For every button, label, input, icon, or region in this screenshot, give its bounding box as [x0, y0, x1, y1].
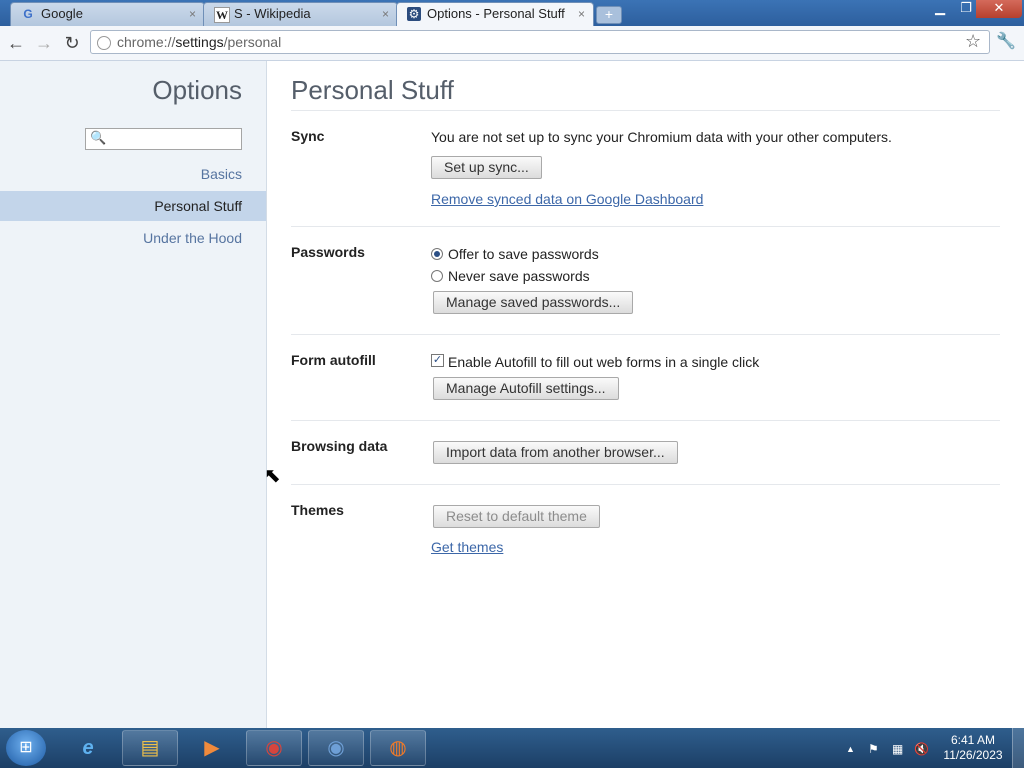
tab-close-icon[interactable]: ×	[189, 3, 196, 25]
show-desktop-button[interactable]	[1012, 728, 1024, 768]
action-center-flag-icon[interactable]: ⚑	[868, 742, 879, 756]
chromium-icon[interactable]: ◉	[308, 730, 364, 766]
manage-passwords-button[interactable]: Manage saved passwords...	[433, 291, 634, 314]
sidebar-title: Options	[152, 75, 242, 105]
tab-options[interactable]: ⚙ Options - Personal Stuff ×	[396, 2, 594, 26]
reload-button[interactable]: ↻	[61, 32, 83, 54]
internet-explorer-icon[interactable]: e	[60, 730, 116, 766]
browsing-data-section-label: Browsing data	[291, 438, 388, 454]
sync-section-label: Sync	[291, 128, 325, 144]
set-up-sync-button[interactable]: Set up sync...	[431, 156, 542, 179]
back-button[interactable]: ←	[5, 32, 27, 54]
url-text: chrome://settings/personal	[117, 34, 282, 50]
sidebar-item-under-the-hood[interactable]: Under the Hood	[0, 223, 266, 253]
page-title: Personal Stuff	[291, 75, 454, 105]
offer-save-passwords-label: Offer to save passwords	[448, 246, 599, 262]
network-icon[interactable]: ▦	[892, 742, 903, 756]
media-player-icon[interactable]: ▶	[184, 730, 240, 766]
google-dashboard-link[interactable]: Remove synced data on Google Dashboard	[431, 191, 703, 207]
offer-save-passwords-radio[interactable]	[431, 248, 443, 260]
browser-toolbar: ← → ↻ chrome://settings/personal ☆ 🔧	[0, 26, 1024, 61]
get-themes-link[interactable]: Get themes	[431, 539, 503, 555]
never-save-passwords-label: Never save passwords	[448, 268, 590, 284]
tab-title: Google	[41, 6, 83, 21]
divider	[291, 420, 1000, 421]
options-sidebar: Options 🔍 Basics Personal Stuff Under th…	[0, 61, 267, 728]
tab-google[interactable]: G Google ×	[10, 2, 205, 26]
firefox-icon[interactable]: ◍	[370, 730, 426, 766]
title-bar: G Google × W S - Wikipedia × ⚙ Options -…	[0, 0, 1024, 26]
divider	[291, 484, 1000, 485]
enable-autofill-label: Enable Autofill to fill out web forms in…	[448, 354, 760, 370]
minimize-button[interactable]: ▁	[926, 0, 954, 18]
wrench-favicon-icon: ⚙	[407, 7, 421, 21]
divider	[291, 334, 1000, 335]
google-favicon-icon: G	[23, 7, 33, 21]
tab-wikipedia[interactable]: W S - Wikipedia ×	[203, 2, 398, 26]
tab-close-icon[interactable]: ×	[382, 3, 389, 25]
sidebar-item-personal-stuff[interactable]: Personal Stuff	[0, 191, 266, 221]
search-input[interactable]: 🔍	[85, 128, 242, 150]
search-icon: 🔍	[90, 130, 107, 145]
show-hidden-icons-arrow-icon[interactable]: ▲	[846, 744, 855, 754]
clock-time: 6:41 AM	[950, 733, 996, 747]
tab-title: Options - Personal Stuff	[427, 6, 565, 21]
divider	[291, 110, 1000, 111]
volume-muted-icon[interactable]: 🔇	[914, 742, 929, 756]
taskbar: ⊞ e ▤ ▶ ◉ ◉ ◍ ▲ ⚑ ▦ 🔇 6:41 AM 11/26/2023	[0, 728, 1024, 768]
import-data-button[interactable]: Import data from another browser...	[433, 441, 678, 464]
bookmark-star-icon[interactable]: ☆	[965, 31, 981, 52]
start-button[interactable]: ⊞	[6, 730, 46, 766]
sidebar-item-basics[interactable]: Basics	[0, 159, 266, 189]
page-icon	[97, 36, 111, 50]
reset-theme-button[interactable]: Reset to default theme	[433, 505, 600, 528]
new-tab-button[interactable]: +	[596, 6, 622, 24]
manage-autofill-button[interactable]: Manage Autofill settings...	[433, 377, 619, 400]
forward-button[interactable]: →	[33, 32, 55, 54]
divider	[291, 226, 1000, 227]
file-explorer-icon[interactable]: ▤	[122, 730, 178, 766]
tab-title: S - Wikipedia	[234, 6, 311, 21]
never-save-passwords-radio[interactable]	[431, 270, 443, 282]
enable-autofill-checkbox[interactable]: ✓	[431, 354, 444, 367]
close-window-button[interactable]: ✕	[976, 0, 1022, 18]
chrome-icon[interactable]: ◉	[246, 730, 302, 766]
tab-close-icon[interactable]: ×	[578, 3, 585, 25]
passwords-section-label: Passwords	[291, 244, 365, 260]
mouse-cursor-icon: ⬉	[264, 465, 281, 487]
themes-section-label: Themes	[291, 502, 344, 518]
form-autofill-section-label: Form autofill	[291, 352, 376, 368]
sync-status-text: You are not set up to sync your Chromium…	[431, 129, 892, 145]
address-bar[interactable]: chrome://settings/personal	[90, 30, 990, 54]
system-clock[interactable]: 6:41 AM 11/26/2023	[938, 733, 1008, 763]
settings-content: Personal Stuff Sync You are not set up t…	[267, 61, 1024, 728]
wrench-menu-icon[interactable]: 🔧	[996, 31, 1016, 51]
clock-date: 11/26/2023	[943, 748, 1003, 762]
wikipedia-favicon-icon: W	[214, 7, 230, 23]
